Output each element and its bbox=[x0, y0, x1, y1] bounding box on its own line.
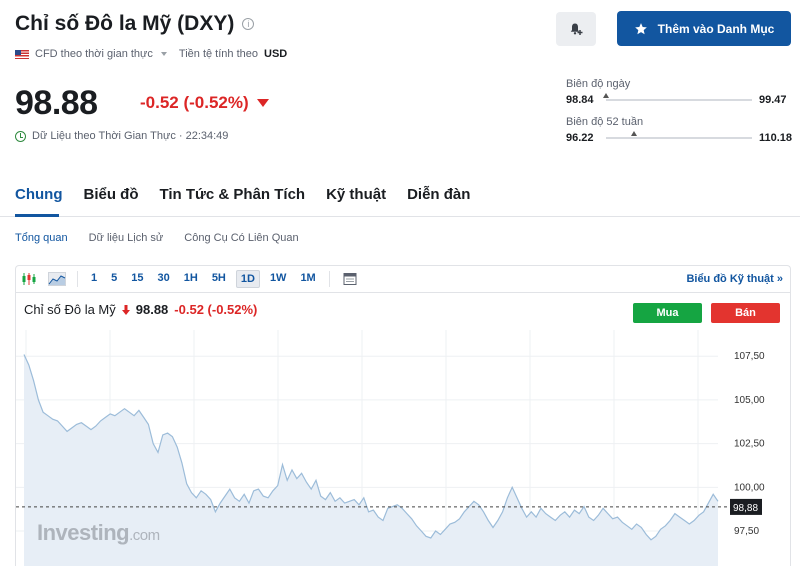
add-to-watchlist-label: Thêm vào Danh Mục bbox=[657, 21, 775, 36]
star-icon bbox=[634, 22, 647, 34]
day-range-low: 98.84 bbox=[566, 94, 594, 106]
timeframe-1h[interactable]: 1H bbox=[180, 270, 202, 288]
tab-forum[interactable]: Diễn đàn bbox=[407, 186, 470, 203]
week52-range-label: Biên độ 52 tuần bbox=[566, 116, 644, 128]
toolbar-divider bbox=[328, 270, 330, 287]
subtab-overview[interactable]: Tổng quan bbox=[15, 232, 68, 244]
currency-value: USD bbox=[264, 48, 288, 60]
chevron-down-icon[interactable] bbox=[160, 52, 167, 56]
tab-overview[interactable]: Chung bbox=[15, 186, 62, 203]
y-tick-label: 107,50 bbox=[734, 351, 765, 362]
investing-watermark: Investing.com bbox=[37, 520, 160, 546]
subtab-historical-data[interactable]: Dữ liệu Lịch sử bbox=[89, 232, 164, 244]
calendar-icon[interactable] bbox=[336, 265, 364, 293]
timeframe-group: 1 5 15 30 1H 5H 1D 1W 1M bbox=[84, 269, 323, 288]
cfd-label[interactable]: CFD theo thời gian thực bbox=[35, 48, 153, 60]
legend-price: 98.88 bbox=[135, 302, 169, 317]
price-change-value: -0.52 (-0.52%) bbox=[140, 93, 249, 112]
y-tick-label: 105,00 bbox=[734, 395, 765, 406]
week52-range-high: 110.18 bbox=[759, 132, 793, 144]
y-tick-label: 102,50 bbox=[734, 439, 765, 450]
realtime-label: Dữ Liệu theo Thời Gian Thực · 22:34:49 bbox=[32, 130, 229, 142]
instrument-title: Chỉ số Đô la Mỹ (DXY) bbox=[15, 12, 235, 35]
subtab-related-instruments[interactable]: Công Cụ Có Liên Quan bbox=[184, 232, 298, 244]
tab-chart[interactable]: Biểu đồ bbox=[83, 186, 138, 203]
y-tick-label: 100,00 bbox=[734, 482, 765, 493]
instrument-meta: CFD theo thời gian thực Tiền tệ tính the… bbox=[15, 48, 287, 60]
us-flag-icon bbox=[15, 49, 29, 59]
price-change: -0.52 (-0.52%) bbox=[140, 93, 269, 113]
last-price: 98.88 bbox=[15, 84, 98, 122]
timeframe-1w[interactable]: 1W bbox=[266, 270, 291, 288]
timeframe-1d[interactable]: 1D bbox=[235, 269, 260, 288]
down-arrow-icon bbox=[121, 304, 130, 315]
candlestick-icon[interactable] bbox=[15, 265, 43, 293]
info-icon[interactable]: i bbox=[242, 18, 255, 30]
main-tabs: Chung Biểu đồ Tin Tức & Phân Tích Kỹ thu… bbox=[15, 186, 470, 203]
current-price-label: 98,88 bbox=[733, 503, 758, 514]
legend-change: -0.52 (-0.52%) bbox=[174, 302, 258, 317]
bell-plus-icon bbox=[570, 23, 583, 35]
tabs-divider bbox=[0, 216, 800, 217]
timeframe-15[interactable]: 15 bbox=[127, 270, 147, 288]
tab-news-analysis[interactable]: Tin Tức & Phân Tích bbox=[159, 186, 305, 203]
sell-button[interactable]: Bán bbox=[711, 303, 780, 323]
tab-technical[interactable]: Kỹ thuật bbox=[326, 186, 386, 203]
week52-range-marker bbox=[630, 131, 637, 136]
timeframe-30[interactable]: 30 bbox=[154, 270, 174, 288]
alert-button[interactable] bbox=[556, 12, 596, 46]
day-range-marker bbox=[603, 93, 609, 98]
timeframe-1m[interactable]: 1M bbox=[296, 270, 319, 288]
watermark-suffix: .com bbox=[129, 527, 160, 544]
toolbar-divider bbox=[77, 270, 78, 287]
day-range-bar bbox=[606, 99, 752, 101]
timeframe-5[interactable]: 5 bbox=[107, 270, 121, 288]
y-tick-label: 97,50 bbox=[734, 526, 759, 537]
chart-legend: Chỉ số Đô la Mỹ 98.88 -0.52 (-0.52%) bbox=[24, 302, 257, 317]
timeframe-5h[interactable]: 5H bbox=[208, 270, 230, 288]
sub-tabs: Tổng quan Dữ liệu Lịch sử Công Cụ Có Liê… bbox=[15, 232, 299, 244]
chart-toolbar: 1 5 15 30 1H 5H 1D 1W 1M Biểu đồ Kỹ thuật » bbox=[15, 265, 791, 293]
day-range-high: 99.47 bbox=[759, 94, 787, 106]
down-arrow-icon bbox=[256, 99, 269, 107]
page-title: Chỉ số Đô la Mỹ (DXY) i bbox=[15, 12, 255, 36]
currency-label: Tiền tệ tính theo bbox=[178, 48, 258, 60]
week52-range-low: 96.22 bbox=[566, 132, 594, 144]
technical-chart-link[interactable]: Biểu đồ Kỹ thuật » bbox=[686, 273, 783, 285]
active-tab-indicator bbox=[15, 214, 59, 217]
add-to-watchlist-button[interactable]: Thêm vào Danh Mục bbox=[617, 11, 791, 46]
timeframe-1[interactable]: 1 bbox=[87, 270, 101, 288]
week52-range-bar bbox=[606, 137, 752, 139]
legend-name: Chỉ số Đô la Mỹ bbox=[24, 302, 116, 317]
realtime-status: Dữ Liệu theo Thời Gian Thực · 22:34:49 bbox=[15, 130, 228, 142]
day-range-label: Biên độ ngày bbox=[566, 78, 631, 90]
area-chart-icon[interactable] bbox=[43, 265, 71, 293]
watermark-brand: Investing bbox=[37, 520, 130, 545]
clock-icon bbox=[15, 130, 26, 142]
buy-button[interactable]: Mua bbox=[633, 303, 702, 323]
